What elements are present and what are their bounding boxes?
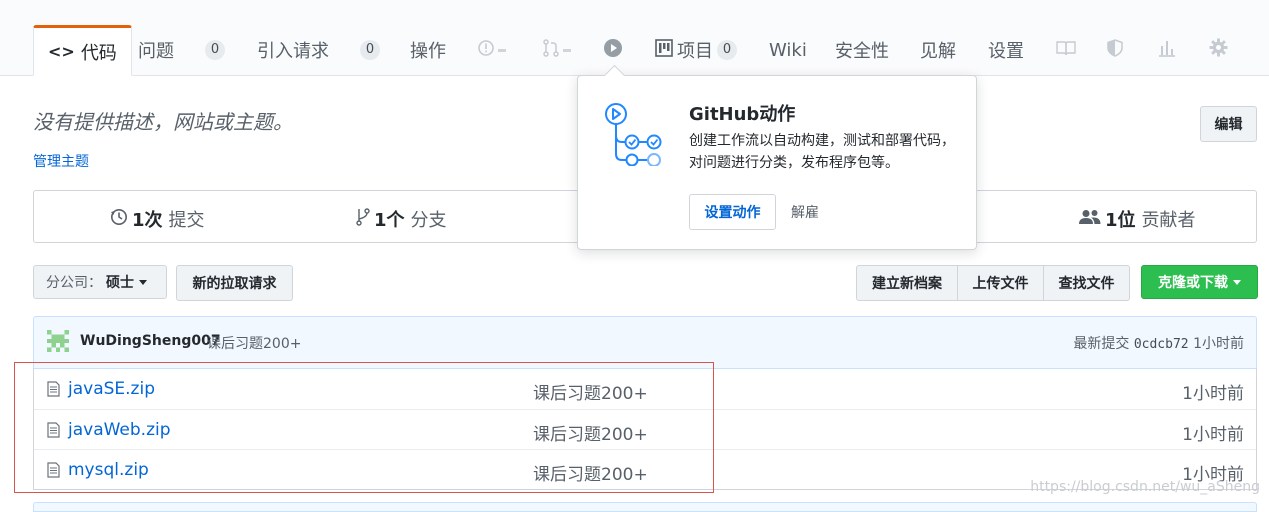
tab-settings-label: 设置 [988, 41, 1024, 62]
contributors-summary[interactable]: 1位 贡献者 [1079, 206, 1196, 232]
repo-description: 没有提供描述，网站或主题。 [33, 110, 293, 134]
issues-counter: 0 [205, 40, 225, 60]
latest-commit-label: 最新提交 [1073, 336, 1130, 352]
watermark: https://blog.csdn.net/wu_aSheng [1030, 479, 1260, 495]
tab-insights[interactable]: 见解 [920, 25, 956, 75]
graph-icon [1158, 39, 1176, 62]
tab-projects-label: 项目 [677, 41, 713, 62]
tab-actions-label: 操作 [410, 41, 446, 62]
projects-counter: 0 [717, 40, 737, 60]
readme-box-edge [33, 502, 1257, 512]
tab-wiki-disabled[interactable] [1056, 25, 1076, 75]
tab-insights-disabled[interactable] [1158, 25, 1176, 75]
tab-settings-disabled[interactable] [1209, 25, 1228, 75]
edit-button[interactable]: 编辑 [1200, 106, 1257, 142]
tab-actions[interactable]: 操作 [410, 25, 446, 75]
manage-topics-link[interactable]: 管理主题 [33, 151, 89, 171]
commit-message-link[interactable]: 课后习题200+ [207, 333, 301, 353]
tab-pull-requests[interactable]: 引入请求 0 [257, 25, 380, 75]
branches-summary[interactable]: 1个 分支 [356, 206, 447, 232]
tab-disabled-pulls[interactable] [542, 25, 571, 75]
clone-download-label: 克隆或下载 [1158, 275, 1228, 291]
tab-security[interactable]: 安全性 [835, 25, 889, 75]
tab-security-label: 安全性 [835, 41, 889, 62]
issue-opened-icon [477, 39, 495, 62]
branch-select-button[interactable]: 分公司： 硕士 [33, 265, 167, 299]
shield-icon [1107, 38, 1123, 62]
tab-code-label: 代码 [80, 42, 117, 64]
git-pull-request-icon [542, 38, 560, 62]
contributors-label: 贡献者 [1141, 210, 1196, 231]
contributors-count: 1位 [1105, 210, 1136, 231]
popover-title: GitHub动作 [689, 104, 796, 125]
commit-sha-link[interactable]: 0cdcb72 [1134, 337, 1189, 352]
placeholder-dash [498, 48, 506, 52]
file-actions-group: 建立新档案 上传文件 查找文件 [856, 265, 1130, 301]
file-age: 1小时前 [1182, 384, 1244, 404]
gear-icon [1209, 38, 1228, 62]
people-icon [1079, 209, 1101, 230]
play-icon [603, 38, 623, 63]
branches-label: 分支 [410, 210, 447, 231]
tab-wiki-label: Wiki [769, 39, 807, 61]
commits-summary[interactable]: 1次 提交 [110, 206, 205, 232]
placeholder-dash [563, 48, 571, 52]
tab-issues-label: 问题 [138, 41, 174, 62]
branch-select-label: 分公司： [46, 275, 102, 291]
clone-download-button[interactable]: 克隆或下载 [1141, 265, 1258, 299]
git-branch-icon [356, 207, 370, 231]
branch-select-value: 硕士 [106, 275, 134, 291]
pulls-counter: 0 [360, 40, 380, 60]
avatar[interactable] [47, 330, 69, 352]
tab-issues[interactable]: 问题 0 [138, 25, 225, 75]
find-file-button[interactable]: 查找文件 [1043, 265, 1130, 301]
book-icon [1056, 40, 1076, 61]
caret-down-icon [1233, 279, 1241, 285]
popover-body: 创建工作流以自动构建，测试和部署代码，对问题进行分类，发布程序包等。 [689, 133, 955, 171]
dismiss-button[interactable]: 解雇 [791, 202, 819, 222]
tab-security-disabled[interactable] [1107, 25, 1123, 75]
tab-code[interactable]: <> 代码 [33, 25, 132, 76]
tab-insights-label: 见解 [920, 41, 956, 62]
history-icon [110, 208, 128, 231]
tab-wiki[interactable]: Wiki [769, 25, 807, 75]
create-new-file-button[interactable]: 建立新档案 [856, 265, 958, 301]
latest-commit-info: 最新提交 0cdcb72 1小时前 [1073, 333, 1244, 353]
set-up-actions-button[interactable]: 设置动作 [689, 194, 776, 230]
code-icon: <> [48, 42, 75, 61]
repo-tab-bar: <> 代码 问题 0 引入请求 0 操作 项目 0 Wiki 安全性 见解 设置 [0, 0, 1269, 76]
commits-count: 1次 [132, 210, 163, 231]
latest-commit-bar: WuDingSheng007 课后习题200+ 最新提交 0cdcb72 1小时… [33, 316, 1257, 368]
tab-pulls-label: 引入请求 [257, 41, 329, 62]
tab-projects[interactable]: 项目 0 [655, 25, 737, 75]
caret-down-icon [139, 279, 147, 285]
branches-count: 1个 [374, 210, 405, 231]
commit-author-link[interactable]: WuDingSheng007 [80, 333, 221, 349]
project-icon [655, 38, 673, 62]
tab-settings[interactable]: 设置 [988, 25, 1024, 75]
tab-disabled-issues[interactable] [477, 25, 506, 75]
upload-files-button[interactable]: 上传文件 [957, 265, 1044, 301]
commit-age: 1小时前 [1193, 336, 1244, 352]
workflow-icon [602, 96, 666, 167]
new-pull-request-button[interactable]: 新的拉取请求 [176, 265, 293, 301]
file-age: 1小时前 [1182, 425, 1244, 445]
commits-label: 提交 [168, 210, 205, 231]
annotation-highlight-box [14, 362, 714, 493]
actions-popover: GitHub动作 创建工作流以自动构建，测试和部署代码，对问题进行分类，发布程序… [577, 64, 977, 250]
